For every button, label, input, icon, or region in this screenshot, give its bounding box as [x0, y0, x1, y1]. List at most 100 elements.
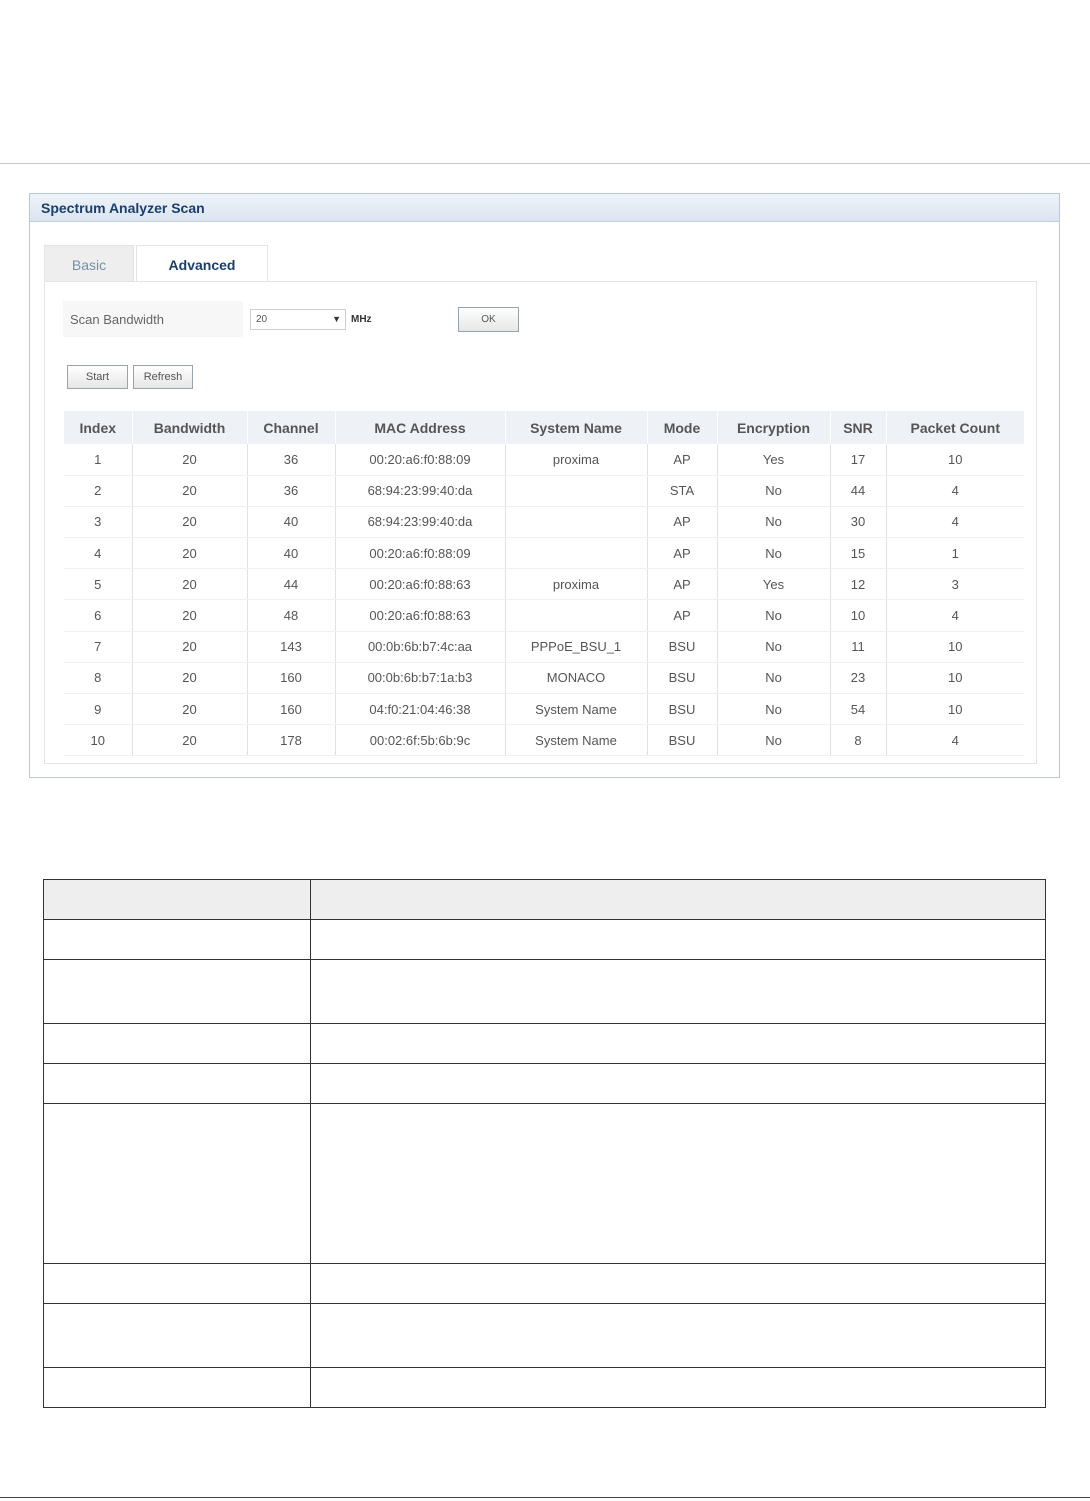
table-cell: Yes	[717, 568, 831, 601]
description-cell	[310, 1023, 1046, 1064]
table-cell: BSU	[647, 631, 718, 663]
table-row[interactable]: 10 20 178 00:02:6f:5b:6b:9c System Name BSU No…	[64, 724, 1024, 757]
table-row[interactable]: 1 20 36 00:20:a6:f0:88:09 proxima AP Yes 17 10	[64, 444, 1024, 476]
table-cell: 44	[247, 568, 336, 601]
start-button[interactable]: Start	[67, 365, 128, 389]
table-cell: BSU	[647, 724, 718, 757]
table-cell: 143	[247, 631, 336, 663]
table-cell: BSU	[647, 662, 718, 695]
table-cell: 44	[830, 475, 887, 507]
table-cell	[505, 475, 648, 507]
table-cell: 30	[830, 506, 887, 539]
table-cell: 6	[64, 599, 133, 632]
table-body: 1 20 36 00:20:a6:f0:88:09 proxima AP Yes 17 10 2 2…	[64, 444, 1024, 757]
column-header[interactable]: Channel	[247, 411, 336, 444]
scan-bandwidth-select[interactable]: 20 ▼	[250, 309, 346, 330]
table-cell: 10	[64, 724, 133, 757]
tab-basic[interactable]: Basic	[44, 245, 134, 281]
description-cell	[310, 879, 1046, 920]
ok-button[interactable]: OK	[458, 307, 519, 332]
description-cell	[43, 1023, 311, 1064]
table-row[interactable]: 3 20 40 68:94:23:99:40:da AP No 30 4	[64, 506, 1024, 539]
column-header[interactable]: Encryption	[717, 411, 831, 444]
table-cell: 04:f0:21:04:46:38	[335, 693, 506, 726]
table-cell: No	[717, 537, 831, 570]
description-cell	[310, 1303, 1046, 1368]
description-cell	[43, 1063, 311, 1104]
table-cell: BSU	[647, 693, 718, 726]
table-cell: No	[717, 693, 831, 726]
column-header[interactable]: Mode	[647, 411, 718, 444]
table-row[interactable]: 5 20 44 00:20:a6:f0:88:63 proxima AP Yes 12 3	[64, 568, 1024, 601]
table-cell: 15	[830, 537, 887, 570]
table-cell: No	[717, 475, 831, 507]
table-cell: 1	[886, 537, 1024, 570]
description-row	[43, 1063, 1046, 1104]
description-cell	[310, 1367, 1046, 1408]
table-cell: 10	[886, 693, 1024, 726]
panel-title: Spectrum Analyzer Scan	[41, 200, 205, 216]
table-cell: 160	[247, 662, 336, 695]
table-cell: 00:0b:6b:b7:1a:b3	[335, 662, 506, 695]
table-cell: 4	[886, 475, 1024, 507]
table-cell: 12	[830, 568, 887, 601]
description-table	[43, 879, 1046, 1408]
table-cell: 36	[247, 444, 336, 476]
column-header[interactable]: SNR	[830, 411, 887, 444]
column-header[interactable]: Index	[64, 411, 133, 444]
table-cell: 20	[132, 444, 248, 476]
table-row[interactable]: 8 20 160 00:0b:6b:b7:1a:b3 MONACO BSU No 23 10	[64, 662, 1024, 695]
scan-bandwidth-label: Scan Bandwidth	[70, 312, 164, 327]
table-cell: 20	[132, 662, 248, 695]
tab-advanced[interactable]: Advanced	[136, 245, 268, 281]
table-cell: 3	[886, 568, 1024, 601]
table-cell: PPPoE_BSU_1	[505, 631, 648, 663]
dropdown-arrow-icon: ▼	[332, 314, 341, 324]
table-cell: 20	[132, 599, 248, 632]
table-cell: 20	[132, 568, 248, 601]
description-cell	[310, 959, 1046, 1024]
table-cell: No	[717, 662, 831, 695]
table-cell: AP	[647, 568, 718, 601]
table-cell: 00:20:a6:f0:88:09	[335, 444, 506, 476]
table-cell: 54	[830, 693, 887, 726]
table-cell: No	[717, 724, 831, 757]
table-header-row: Index Bandwidth Channel MAC Address Syst…	[64, 411, 1024, 444]
description-cell	[43, 1103, 311, 1264]
table-row[interactable]: 2 20 36 68:94:23:99:40:da STA No 44 4	[64, 475, 1024, 507]
column-header[interactable]: Bandwidth	[132, 411, 248, 444]
scan-results-table: Index Bandwidth Channel MAC Address Syst…	[64, 411, 1024, 757]
description-cell	[43, 959, 311, 1024]
table-cell: 36	[247, 475, 336, 507]
description-header-row	[43, 879, 1046, 920]
table-row[interactable]: 9 20 160 04:f0:21:04:46:38 System Name BSU No 5…	[64, 693, 1024, 726]
table-cell: System Name	[505, 693, 648, 726]
advanced-tab-content: Scan Bandwidth 20 ▼ MHz OK Start Refresh…	[44, 281, 1037, 764]
table-cell: 00:02:6f:5b:6b:9c	[335, 724, 506, 757]
panel-header: Spectrum Analyzer Scan	[30, 194, 1059, 222]
table-cell: 1	[64, 444, 133, 476]
description-cell	[43, 919, 311, 960]
table-cell: 48	[247, 599, 336, 632]
description-row	[43, 1023, 1046, 1064]
table-cell: 10	[886, 444, 1024, 476]
table-cell: System Name	[505, 724, 648, 757]
column-header[interactable]: MAC Address	[335, 411, 506, 444]
table-cell: 8	[830, 724, 887, 757]
table-cell: 3	[64, 506, 133, 539]
description-cell	[43, 1367, 311, 1408]
table-cell: 00:20:a6:f0:88:63	[335, 599, 506, 632]
table-row[interactable]: 4 20 40 00:20:a6:f0:88:09 AP No 15 1	[64, 537, 1024, 570]
table-cell: 7	[64, 631, 133, 663]
description-row	[43, 919, 1046, 960]
table-cell: 160	[247, 693, 336, 726]
description-cell	[310, 1103, 1046, 1264]
refresh-button[interactable]: Refresh	[133, 365, 193, 389]
column-header[interactable]: System Name	[505, 411, 648, 444]
scan-bandwidth-label-cell: Scan Bandwidth	[63, 301, 243, 337]
column-header[interactable]: Packet Count	[886, 411, 1024, 444]
table-row[interactable]: 6 20 48 00:20:a6:f0:88:63 AP No 10 4	[64, 599, 1024, 632]
table-cell: 2	[64, 475, 133, 507]
bottom-divider	[0, 1497, 1090, 1498]
table-row[interactable]: 7 20 143 00:0b:6b:b7:4c:aa PPPoE_BSU_1 BSU No 1…	[64, 631, 1024, 663]
